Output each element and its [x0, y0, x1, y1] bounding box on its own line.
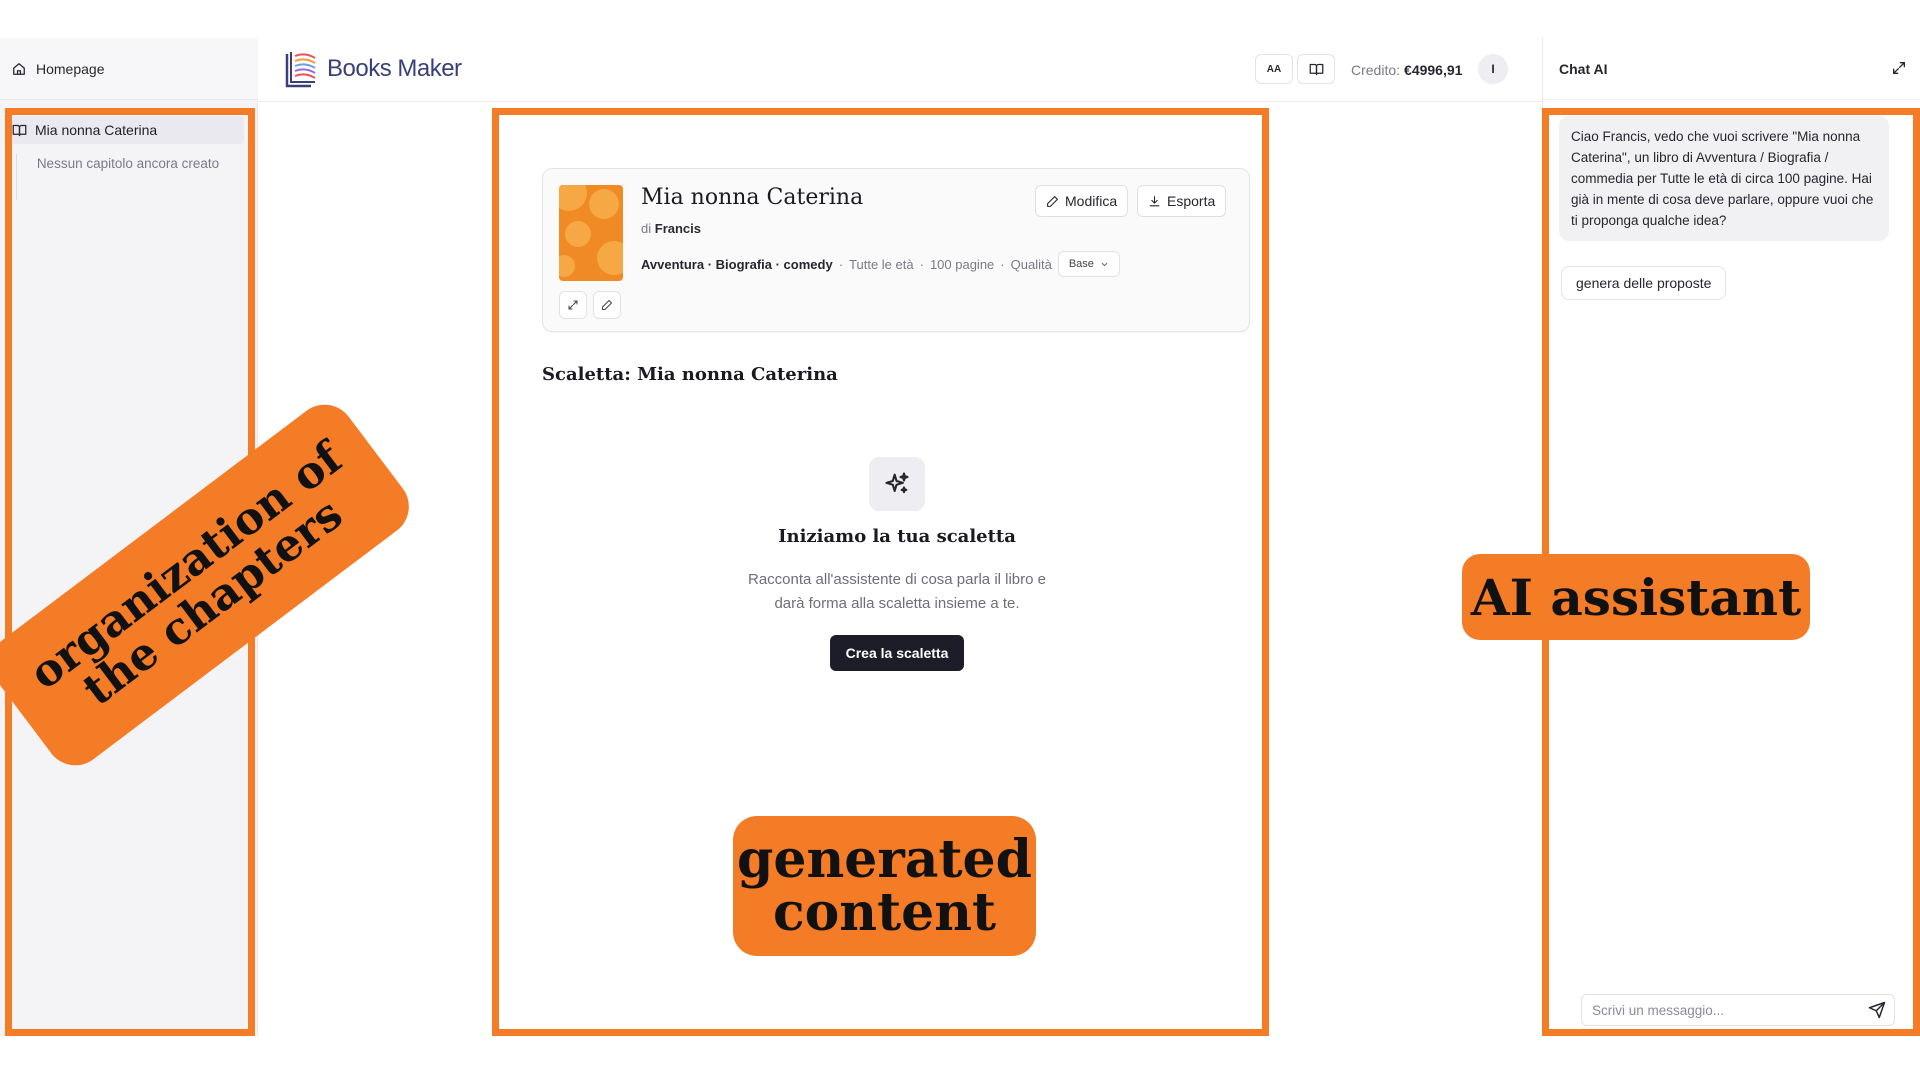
outline-title: Scaletta: Mia nonna Caterina	[542, 364, 838, 385]
edit-label: Modifica	[1065, 193, 1118, 209]
chat-input-placeholder: Scrivi un messaggio...	[1592, 1002, 1725, 1018]
book-author: di Francis	[641, 221, 701, 236]
suggestion-chip[interactable]: genera delle proposte	[1561, 266, 1727, 300]
edit-cover-button[interactable]	[593, 291, 621, 319]
logo-text: Books Maker	[327, 55, 462, 82]
meta-separator: ·	[1000, 256, 1005, 272]
chat-panel: Chat AI Ciao Francis, vedo che vuoi scri…	[1542, 38, 1920, 1036]
pencil-icon	[602, 300, 612, 310]
empty-outline-description: Racconta all'assistente di cosa parla il…	[747, 571, 1046, 612]
chat-header: Chat AI	[1543, 38, 1920, 100]
book-genres: Avventura · Biografia · comedy	[641, 256, 833, 272]
create-outline-button[interactable]: Crea la scaletta	[830, 635, 964, 671]
book-meta: Avventura · Biografia · comedy · Tutte l…	[641, 251, 1120, 277]
chat-message-input[interactable]: Scrivi un messaggio...	[1581, 994, 1895, 1026]
content-annotation-label: generated content	[733, 816, 1036, 956]
book-title: Mia nonna Caterina	[641, 185, 864, 210]
no-chapters-text: Nessun capitolo ancora creato	[16, 154, 231, 200]
homepage-label: Homepage	[36, 60, 105, 77]
meta-separator: ·	[919, 256, 924, 272]
credit-display: Credito: €4996,91	[1351, 62, 1462, 78]
book-age: Tutte le età	[849, 256, 914, 272]
empty-outline-title: Iniziamo la tua scaletta	[778, 526, 1016, 547]
download-icon	[1149, 195, 1160, 206]
author-prefix: di	[641, 221, 652, 236]
quality-label: Qualità	[1010, 256, 1052, 272]
credit-value: €4996,91	[1404, 62, 1463, 78]
quality-value: Base	[1068, 258, 1094, 270]
sidebar-book-label: Mia nonna Caterina	[35, 122, 158, 138]
sparkles-icon-box	[869, 457, 925, 511]
meta-separator: ·	[838, 256, 844, 272]
book-open-icon	[1309, 63, 1323, 75]
user-avatar[interactable]: I	[1478, 54, 1508, 84]
assistant-message: Ciao Francis, vedo che vuoi scrivere "Mi…	[1559, 116, 1889, 241]
expand-icon	[568, 300, 578, 310]
annotation-center-line2: content	[772, 882, 997, 943]
pencil-icon	[1047, 195, 1058, 207]
home-icon	[13, 62, 25, 75]
reader-mode-button[interactable]	[1297, 54, 1335, 84]
expand-cover-button[interactable]	[559, 291, 587, 319]
homepage-link[interactable]: Homepage	[0, 38, 258, 100]
author-name: Francis	[654, 221, 701, 236]
font-size-button[interactable]: AA	[1255, 54, 1293, 84]
sidebar-item-book[interactable]: Mia nonna Caterina	[8, 116, 244, 144]
assistant-annotation-label: AI assistant	[1462, 554, 1810, 640]
books-maker-logo[interactable]: Books Maker	[281, 48, 462, 90]
book-open-icon	[12, 124, 27, 136]
quality-select[interactable]: Base	[1057, 251, 1120, 277]
book-card: Mia nonna Caterina di Francis Avventura …	[542, 168, 1250, 332]
book-pages: 100 pagine	[929, 256, 995, 272]
expand-icon[interactable]	[1891, 60, 1907, 76]
export-label: Esporta	[1167, 193, 1216, 209]
book-cover	[559, 185, 623, 281]
export-button[interactable]: Esporta	[1137, 185, 1227, 217]
top-bar: Books Maker AA Credito: €4996,91 I	[259, 38, 1541, 102]
chat-title: Chat AI	[1559, 60, 1608, 77]
sparkles-icon	[885, 472, 909, 494]
app-screenshot: Homepage Mia nonna Caterina Nessun capit…	[0, 0, 1920, 1080]
send-icon[interactable]	[1868, 1001, 1886, 1019]
logo-book-icon	[285, 52, 316, 88]
annotation-center-line1: generated	[737, 828, 1032, 890]
chevron-down-icon	[1101, 262, 1108, 266]
edit-book-button[interactable]: Modifica	[1035, 185, 1129, 217]
credit-label: Credito:	[1351, 62, 1401, 78]
